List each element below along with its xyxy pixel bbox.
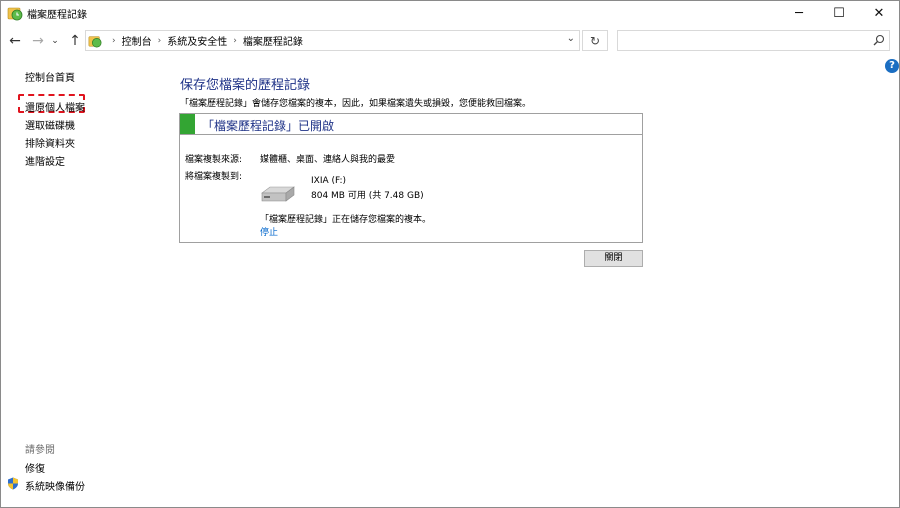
sidebar-item-recovery[interactable]: 修復 (25, 460, 45, 475)
shield-icon (8, 477, 18, 490)
status-header: 「檔案歷程記錄」已開啟 (180, 114, 642, 135)
page-description: 「檔案歷程記錄」會儲存您檔案的複本，因此，如果檔案遺失或損毀，您便能救回檔案。 (180, 99, 532, 109)
forward-button[interactable]: → (29, 31, 47, 51)
source-label: 檔案複製來源: (185, 155, 243, 165)
drive-icon (261, 186, 295, 202)
sidebar-item-restore-files[interactable]: 還原個人檔案 (25, 99, 85, 114)
sidebar-item-system-image-backup[interactable]: 系統映像備份 (25, 478, 85, 493)
sidebar-item-select-drive[interactable]: 選取磁碟機 (25, 117, 75, 132)
navigation-bar: ← → ⌄ ↑ › 控制台 › 系統及安全性 › 檔案歷程記錄 ⌄ ↻ (1, 27, 899, 55)
minimize-button[interactable]: ─ (779, 1, 819, 25)
sidebar: 控制台首頁 還原個人檔案 選取磁碟機 排除資料夾 進階設定 請參閱 修復 系統映… (1, 61, 161, 501)
close-button[interactable]: 關閉 (584, 250, 643, 267)
address-dropdown-icon[interactable]: ⌄ (567, 33, 575, 44)
search-icon[interactable] (873, 34, 885, 46)
maximize-button[interactable]: ☐ (819, 1, 859, 25)
control-panel-icon (88, 35, 102, 47)
drive-free-space: 804 MB 可用 (共 7.48 GB) (311, 191, 424, 201)
back-button[interactable]: ← (6, 31, 24, 51)
stop-link[interactable]: 停止 (260, 225, 278, 238)
see-also-heading: 請參閱 (25, 445, 55, 456)
chevron-right-icon: › (112, 35, 116, 46)
status-on-indicator (180, 114, 195, 134)
breadcrumb: › 控制台 › 系統及安全性 › 檔案歷程記錄 (86, 31, 303, 50)
search-box[interactable] (617, 30, 890, 51)
breadcrumb-system-security[interactable]: 系統及安全性 (167, 33, 227, 48)
recent-locations-button[interactable]: ⌄ (49, 31, 61, 51)
sidebar-item-exclude-folders[interactable]: 排除資料夾 (25, 135, 75, 150)
breadcrumb-control-panel[interactable]: 控制台 (122, 33, 152, 48)
page-title: 保存您檔案的歷程記錄 (180, 78, 311, 93)
title-bar: 檔案歷程記錄 ─ ☐ ✕ (1, 1, 899, 25)
up-button[interactable]: ↑ (66, 31, 84, 51)
file-history-window: 檔案歷程記錄 ─ ☐ ✕ ← → ⌄ ↑ › 控制台 › 系統及安全性 › 檔案… (0, 0, 900, 508)
source-value: 媒體櫃、桌面、連絡人與我的最愛 (260, 155, 396, 165)
address-bar[interactable]: › 控制台 › 系統及安全性 › 檔案歷程記錄 ⌄ (85, 30, 580, 51)
refresh-button[interactable]: ↻ (582, 30, 608, 51)
file-history-status-panel: 「檔案歷程記錄」已開啟 檔案複製來源: 媒體櫃、桌面、連絡人與我的最愛 將檔案複… (179, 113, 643, 243)
file-history-app-icon (7, 7, 23, 21)
search-input[interactable] (620, 32, 864, 51)
breadcrumb-file-history[interactable]: 檔案歷程記錄 (243, 33, 303, 48)
help-icon[interactable]: ? (885, 59, 899, 73)
drive-name: IXIA (F:) (311, 176, 347, 186)
chevron-right-icon: › (233, 35, 237, 46)
status-text: 「檔案歷程記錄」已開啟 (202, 119, 335, 133)
destination-label: 將檔案複製到: (185, 172, 243, 182)
sidebar-item-advanced-settings[interactable]: 進階設定 (25, 153, 65, 168)
close-window-button[interactable]: ✕ (859, 1, 899, 25)
window-title: 檔案歷程記錄 (27, 10, 87, 21)
backup-progress-text: 「檔案歷程記錄」正在儲存您檔案的複本。 (260, 215, 432, 225)
sidebar-item-control-panel-home[interactable]: 控制台首頁 (25, 69, 75, 84)
chevron-right-icon: › (157, 35, 162, 46)
